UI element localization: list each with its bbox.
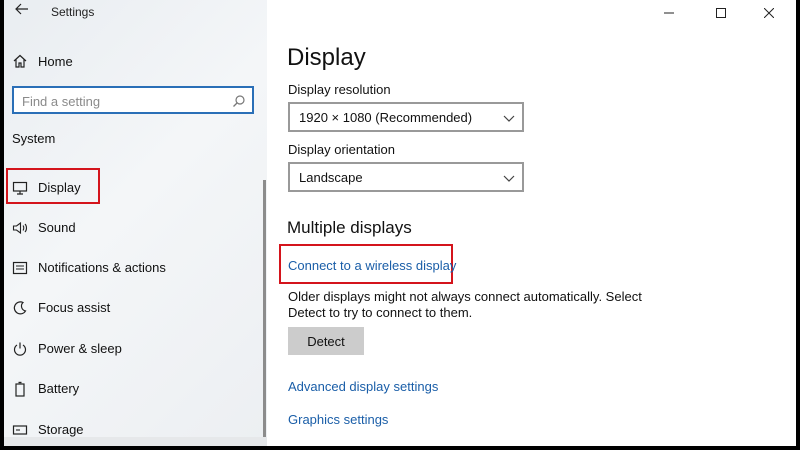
sidebar-item-battery[interactable]: Battery (4, 371, 267, 407)
close-button[interactable] (746, 0, 792, 26)
sidebar-item-label: Sound (38, 220, 76, 235)
sidebar-item-power[interactable]: Power & sleep (4, 331, 267, 367)
chevron-down-icon (502, 171, 516, 183)
speaker-icon (12, 220, 28, 236)
sidebar-scrollbar[interactable] (263, 180, 266, 440)
search-box[interactable] (12, 86, 254, 114)
page-title: Display (287, 44, 366, 71)
search-icon[interactable] (232, 94, 246, 108)
detect-button[interactable]: Detect (288, 327, 364, 355)
sidebar-item-label: Focus assist (38, 300, 111, 315)
sidebar-item-label: Battery (38, 381, 80, 396)
resolution-dropdown[interactable]: 1920 × 1080 (Recommended) (288, 102, 524, 132)
storage-icon (12, 422, 28, 438)
maximize-icon (716, 8, 726, 18)
main-content: Display Display resolution 1920 × 1080 (… (267, 0, 796, 446)
search-input[interactable] (22, 92, 222, 110)
moon-icon (12, 300, 28, 316)
app-title: Settings (51, 5, 95, 19)
connect-wireless-display-link[interactable]: Connect to a wireless display (288, 258, 456, 273)
graphics-settings-link[interactable]: Graphics settings (288, 412, 388, 427)
section-title: System (12, 131, 56, 146)
sidebar-item-home[interactable]: Home (4, 44, 267, 78)
detect-description: Older displays might not always connect … (288, 289, 642, 320)
orientation-dropdown[interactable]: Landscape (288, 162, 524, 192)
maximize-button[interactable] (698, 0, 744, 26)
battery-icon (12, 381, 28, 397)
sidebar-item-label: Notifications & actions (38, 260, 166, 275)
close-icon (764, 8, 774, 18)
chevron-down-icon (502, 111, 516, 123)
sidebar-item-sound[interactable]: Sound (4, 210, 267, 246)
monitor-icon (12, 180, 28, 196)
resolution-value: 1920 × 1080 (Recommended) (299, 110, 473, 125)
advanced-display-settings-link[interactable]: Advanced display settings (288, 379, 438, 394)
resolution-label: Display resolution (288, 82, 391, 97)
sidebar-item-label: Power & sleep (38, 341, 122, 356)
sidebar-item-label: Home (38, 54, 73, 69)
sidebar-item-focus-assist[interactable]: Focus assist (4, 290, 267, 326)
multiple-displays-heading: Multiple displays (287, 218, 412, 237)
sidebar-item-display[interactable]: Display (4, 170, 267, 206)
sidebar-item-notifications[interactable]: Notifications & actions (4, 250, 267, 286)
sidebar: Settings Home System Display (4, 0, 267, 446)
back-arrow-icon[interactable] (12, 0, 32, 18)
orientation-value: Landscape (299, 170, 363, 185)
notification-icon (12, 260, 28, 276)
power-icon (12, 341, 28, 357)
settings-window: Settings Home System Display (4, 0, 796, 446)
home-icon (12, 53, 28, 69)
title-bar: Settings (4, 0, 267, 26)
sidebar-item-label: Display (38, 180, 81, 195)
minimize-icon (664, 12, 674, 14)
sidebar-item-label: Storage (38, 422, 84, 437)
window-controls (646, 0, 796, 26)
sidebar-bottom-strip (4, 437, 267, 446)
orientation-label: Display orientation (288, 142, 395, 157)
minimize-button[interactable] (646, 0, 692, 26)
